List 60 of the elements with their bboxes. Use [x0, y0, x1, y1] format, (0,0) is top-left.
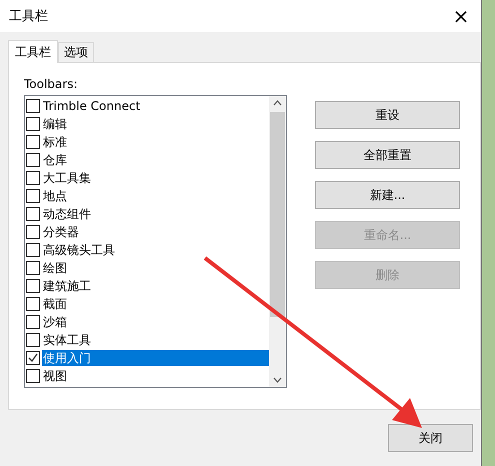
- list-item[interactable]: 编辑: [25, 115, 269, 133]
- item-label: 动态组件: [42, 206, 92, 222]
- item-label: 编辑: [42, 116, 68, 132]
- item-label: 建筑施工: [42, 278, 92, 294]
- list-item[interactable]: 沙箱: [25, 313, 269, 331]
- checkbox[interactable]: [26, 369, 40, 383]
- item-label: Trimble Connect: [42, 98, 142, 114]
- checkbox[interactable]: [26, 189, 40, 203]
- item-label: 绘图: [42, 260, 68, 276]
- list-item[interactable]: 高级镜头工具: [25, 241, 269, 259]
- item-label: 视图: [42, 368, 68, 384]
- action-button[interactable]: 重设: [315, 101, 460, 129]
- scroll-up-icon[interactable]: [273, 100, 282, 106]
- list-item[interactable]: 动态组件: [25, 205, 269, 223]
- item-label: 地点: [42, 188, 68, 204]
- close-button[interactable]: 关闭: [388, 424, 473, 452]
- window-title: 工具栏: [9, 8, 48, 25]
- checkbox[interactable]: [26, 153, 40, 167]
- close-button[interactable]: ×: [441, 1, 481, 31]
- list-item[interactable]: 实体工具: [25, 331, 269, 349]
- list-label: Toolbars:: [24, 77, 78, 91]
- item-label: 大工具集: [42, 170, 92, 186]
- list-item[interactable]: 截面: [25, 295, 269, 313]
- item-label: 仓库: [42, 152, 68, 168]
- list-item[interactable]: 使用入门: [25, 349, 269, 367]
- checkbox[interactable]: [26, 261, 40, 275]
- checkbox[interactable]: [26, 225, 40, 239]
- checkbox[interactable]: [26, 297, 40, 311]
- list-item[interactable]: 地点: [25, 187, 269, 205]
- item-label: 高级镜头工具: [42, 242, 116, 258]
- list-item[interactable]: 绘图: [25, 259, 269, 277]
- checkbox[interactable]: [26, 117, 40, 131]
- item-label: 实体工具: [42, 332, 92, 348]
- checkbox[interactable]: [26, 207, 40, 221]
- action-button[interactable]: 全部重置: [315, 141, 460, 169]
- checkbox[interactable]: [26, 243, 40, 257]
- list-item[interactable]: 仓库: [25, 151, 269, 169]
- checkbox[interactable]: [26, 351, 40, 365]
- item-label: 截面: [42, 296, 68, 312]
- item-label: 分类器: [42, 224, 80, 240]
- tab[interactable]: 工具栏: [8, 40, 58, 63]
- list-item[interactable]: 建筑施工: [25, 277, 269, 295]
- list-item[interactable]: 视图: [25, 367, 269, 385]
- checkbox[interactable]: [26, 279, 40, 293]
- tab[interactable]: 选项: [58, 42, 94, 62]
- scroll-down-icon[interactable]: [273, 377, 282, 383]
- list-item[interactable]: 大工具集: [25, 169, 269, 187]
- checkbox[interactable]: [26, 315, 40, 329]
- checkbox[interactable]: [26, 135, 40, 149]
- checkbox[interactable]: [26, 99, 40, 113]
- checkbox[interactable]: [26, 333, 40, 347]
- list-item[interactable]: 分类器: [25, 223, 269, 241]
- item-label: 标准: [42, 134, 68, 150]
- item-label: 使用入门: [42, 350, 269, 366]
- list-item[interactable]: 标准: [25, 133, 269, 151]
- item-label: 沙箱: [42, 314, 68, 330]
- checkbox[interactable]: [26, 171, 40, 185]
- scrollbar[interactable]: [269, 96, 286, 387]
- list-item[interactable]: Trimble Connect: [25, 97, 269, 115]
- action-button[interactable]: 新建...: [315, 181, 460, 209]
